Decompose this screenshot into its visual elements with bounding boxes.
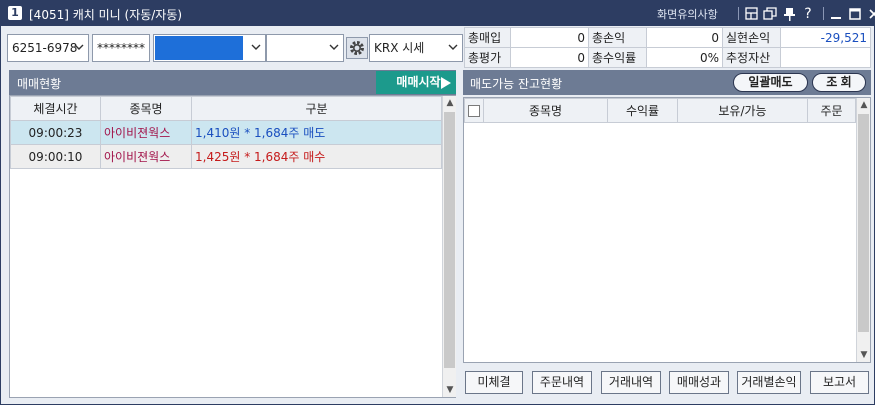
chevron-down-icon: [74, 44, 84, 50]
sell-all-button[interactable]: 일괄매도: [733, 73, 808, 92]
table-header-row: 체결시간 종목명 구분: [10, 96, 442, 121]
report-button[interactable]: 보고서: [810, 371, 869, 394]
trade-stock-name: 아이비젼웍스: [100, 144, 192, 169]
table-header-row: 종목명 수익률 보유/가능 주문: [464, 98, 856, 123]
query-button[interactable]: 조 회: [812, 73, 866, 92]
maximize-icon[interactable]: [847, 6, 863, 22]
column-header-name[interactable]: 종목명: [483, 98, 608, 123]
summary-label: 총수익률: [588, 47, 647, 68]
scroll-down-icon[interactable]: ▼: [857, 348, 871, 362]
account-select[interactable]: 6251-6978: [7, 34, 89, 62]
trade-detail: 1,410원 * 1,684주 매도: [191, 120, 442, 145]
scrollbar-thumb[interactable]: [858, 114, 869, 332]
trade-history-button[interactable]: 거래내역: [601, 371, 661, 394]
close-icon[interactable]: [866, 6, 875, 22]
summary-value: 0: [646, 27, 723, 48]
summary-label: 추정자산: [722, 47, 781, 68]
trade-list: 체결시간 종목명 구분 09:00:23 아이비젼웍스 1,410원 * 1,6…: [9, 95, 456, 398]
balance-table: 종목명 수익률 보유/가능 주문: [464, 98, 856, 123]
column-header-holding[interactable]: 보유/가능: [677, 98, 808, 123]
scroll-down-icon[interactable]: ▼: [443, 383, 457, 397]
pin-icon[interactable]: [781, 6, 797, 22]
chevron-down-icon: [329, 44, 339, 50]
balance-panel-header: 매도가능 잔고현황 일괄매도 조 회: [463, 70, 871, 95]
gear-button[interactable]: [346, 37, 368, 59]
summary-label: 총손익: [588, 27, 647, 48]
selector-2[interactable]: [153, 34, 266, 62]
account-summary: 총매입 0 총손익 0 실현손익 -29,521 총평가 0 총수익률 0% 추…: [464, 27, 871, 68]
title-separator: [738, 7, 739, 20]
chevron-down-icon: [448, 44, 458, 50]
password-mask: ********: [97, 41, 145, 55]
summary-value: 0%: [646, 47, 723, 68]
trade-performance-button[interactable]: 매매성과: [669, 371, 729, 394]
summary-label: 실현손익: [722, 27, 781, 48]
column-header-return[interactable]: 수익률: [607, 98, 678, 123]
gear-icon: [350, 41, 364, 55]
column-header-time[interactable]: 체결시간: [10, 96, 101, 121]
catch-mini-window: 1 [4051] 캐치 미니 (자동/자동) 화면유의사항 ? 6251-697…: [0, 0, 875, 405]
column-header-order[interactable]: 주문: [807, 98, 856, 123]
summary-label: 총평가: [464, 47, 511, 68]
scroll-up-icon[interactable]: ▲: [857, 98, 871, 112]
trade-time: 09:00:10: [10, 144, 101, 169]
restore-icon[interactable]: [762, 6, 778, 22]
password-field[interactable]: ********: [92, 34, 150, 62]
scroll-up-icon[interactable]: ▲: [443, 96, 457, 110]
summary-value: 0: [510, 27, 589, 48]
window-title: [4051] 캐치 미니 (자동/자동): [29, 8, 183, 22]
trade-panel-title: 매매현황: [17, 77, 62, 91]
summary-value: [780, 47, 871, 68]
order-history-button[interactable]: 주문내역: [532, 371, 592, 394]
column-header-type[interactable]: 구분: [191, 96, 442, 121]
title-separator: [823, 7, 824, 20]
trade-detail: 1,425원 * 1,684주 매수: [191, 144, 442, 169]
trade-table: 체결시간 종목명 구분 09:00:23 아이비젼웍스 1,410원 * 1,6…: [10, 96, 442, 169]
layout-icon[interactable]: [743, 6, 759, 22]
pending-orders-button[interactable]: 미체결: [465, 371, 523, 394]
market-value: KRX 시세: [374, 41, 425, 55]
select-all-cell[interactable]: [464, 98, 484, 123]
trade-start-button[interactable]: 매매시작: [376, 71, 456, 94]
select-all-checkbox[interactable]: [468, 105, 480, 117]
table-row[interactable]: 09:00:23 아이비젼웍스 1,410원 * 1,684주 매도: [10, 120, 442, 145]
notice-link[interactable]: 화면유의사항: [657, 6, 718, 22]
balance-list: 종목명 수익률 보유/가능 주문 ▲ ▼: [463, 97, 871, 363]
summary-label: 총매입: [464, 27, 511, 48]
summary-row: 총매입 0 총손익 0 실현손익 -29,521: [464, 27, 871, 48]
scrollbar-thumb[interactable]: [444, 112, 455, 368]
pnl-by-trade-button[interactable]: 거래별손익: [737, 371, 801, 394]
trade-stock-name: 아이비젼웍스: [100, 120, 192, 145]
title-bar[interactable]: 1 [4051] 캐치 미니 (자동/자동) 화면유의사항 ?: [1, 1, 875, 26]
balance-panel-title: 매도가능 잔고현황: [470, 77, 563, 91]
play-icon: [441, 77, 451, 89]
summary-row: 총평가 0 총수익률 0% 추정자산: [464, 47, 871, 68]
bottom-button-bar: 미체결 주문내역 거래내역 매매성과 거래별손익 보고서: [465, 371, 870, 394]
summary-value: 0: [510, 47, 589, 68]
summary-value: -29,521: [780, 27, 871, 48]
chevron-down-icon: [251, 44, 261, 50]
column-header-name[interactable]: 종목명: [100, 96, 192, 121]
table-row[interactable]: 09:00:10 아이비젼웍스 1,425원 * 1,684주 매수: [10, 144, 442, 169]
trade-list-scrollbar[interactable]: ▲ ▼: [442, 96, 456, 397]
trade-time: 09:00:23: [10, 120, 101, 145]
selector-3[interactable]: [266, 34, 344, 62]
trade-start-label: 매매시작: [396, 75, 441, 89]
account-number: 6251-6978: [12, 41, 78, 55]
window-number-badge: 1: [8, 6, 22, 20]
balance-list-scrollbar[interactable]: ▲ ▼: [856, 98, 870, 362]
minimize-icon[interactable]: [828, 6, 844, 22]
market-select[interactable]: KRX 시세: [369, 34, 463, 62]
title-icon-group: ?: [734, 4, 875, 23]
selector-2-highlight: [155, 36, 243, 60]
help-icon[interactable]: ?: [800, 6, 816, 22]
